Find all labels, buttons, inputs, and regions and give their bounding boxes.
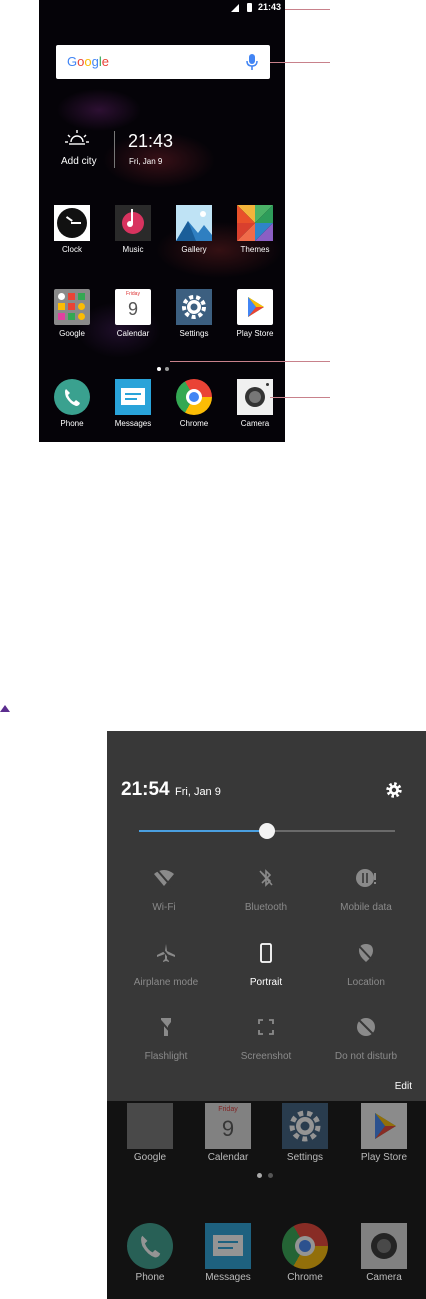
camera-icon	[237, 379, 273, 415]
location-off-icon	[358, 944, 374, 962]
page-dot-active	[257, 1173, 262, 1178]
app-clock[interactable]: Clock	[42, 205, 102, 254]
callout-page-indicator	[170, 361, 330, 362]
clock-widget-date: Fri, Jan 9	[129, 157, 163, 166]
themes-icon	[237, 205, 273, 241]
bluetooth-off-icon	[259, 869, 273, 887]
chrome-icon	[176, 379, 212, 415]
app-themes[interactable]: Themes	[225, 205, 285, 254]
phone-icon	[54, 379, 90, 415]
add-city-button[interactable]: Add city	[61, 156, 97, 167]
tile-wifi[interactable]: Wi-Fi	[114, 867, 214, 913]
tile-location[interactable]: Location	[316, 942, 416, 988]
dock-phone[interactable]: Phone	[42, 379, 102, 428]
bg-page-indicator	[257, 1165, 279, 1183]
bg-app-calendar: Friday 9 Calendar	[189, 1103, 267, 1163]
google-folder-icon	[54, 289, 90, 325]
screenshot-icon	[258, 1019, 274, 1035]
play-store-icon	[237, 289, 273, 325]
calendar-icon: Friday 9	[205, 1103, 251, 1149]
dock-camera[interactable]: Camera	[225, 379, 285, 428]
google-logo: Google	[67, 54, 109, 69]
portrait-icon	[260, 943, 272, 963]
callout-status-bar	[285, 9, 330, 10]
calendar-icon: Friday 9	[115, 289, 151, 325]
app-gallery[interactable]: Gallery	[164, 205, 224, 254]
bg-dock-phone: Phone	[111, 1223, 189, 1283]
bg-app-google: Google	[111, 1103, 189, 1163]
page-dot	[268, 1173, 273, 1178]
callout-search-bar	[270, 62, 330, 63]
section-marker-icon	[0, 705, 10, 712]
tile-flashlight[interactable]: Flashlight	[116, 1016, 216, 1062]
quick-settings-screen: 21:54 Fri, Jan 9 Wi-Fi Bluetooth Mobile …	[107, 731, 426, 1299]
brightness-slider[interactable]	[139, 823, 395, 839]
quick-settings-panel: 21:54 Fri, Jan 9 Wi-Fi Bluetooth Mobile …	[107, 731, 426, 1101]
bg-app-play-store: Play Store	[345, 1103, 423, 1163]
dock-messages[interactable]: Messages	[103, 379, 163, 428]
clock-divider	[114, 131, 115, 168]
page-dot-active[interactable]	[157, 367, 161, 371]
chrome-icon	[282, 1223, 328, 1269]
weather-sun-icon[interactable]	[65, 128, 89, 152]
qs-time: 21:54	[121, 779, 170, 800]
do-not-disturb-icon	[357, 1018, 375, 1036]
dock-chrome[interactable]: Chrome	[164, 379, 224, 428]
tile-screenshot[interactable]: Screenshot	[216, 1016, 316, 1062]
app-google-folder[interactable]: Google	[42, 289, 102, 338]
callout-dock	[270, 397, 330, 398]
settings-icon	[282, 1103, 328, 1149]
edit-button[interactable]: Edit	[395, 1081, 412, 1092]
app-settings[interactable]: Settings	[164, 289, 224, 338]
camera-icon	[361, 1223, 407, 1269]
mobile-data-icon	[356, 869, 376, 887]
tile-do-not-disturb[interactable]: Do not disturb	[316, 1016, 416, 1062]
app-music[interactable]: Music	[103, 205, 163, 254]
messages-icon	[205, 1223, 251, 1269]
google-search-bar[interactable]: Google	[56, 45, 270, 79]
bg-dock-chrome: Chrome	[266, 1223, 344, 1283]
play-store-icon	[361, 1103, 407, 1149]
brightness-slider-fill	[139, 830, 267, 832]
app-play-store[interactable]: Play Store	[225, 289, 285, 338]
bg-dock-messages: Messages	[189, 1223, 267, 1283]
airplane-icon	[157, 944, 175, 963]
settings-icon	[176, 289, 212, 325]
page-dot[interactable]	[165, 367, 169, 371]
bg-dock-camera: Camera	[345, 1223, 423, 1283]
status-time: 21:43	[257, 2, 281, 12]
google-folder-icon	[127, 1103, 173, 1149]
bg-app-settings: Settings	[266, 1103, 344, 1163]
music-icon	[115, 205, 151, 241]
signal-icon	[231, 4, 239, 12]
wifi-off-icon	[154, 870, 174, 887]
clock-icon	[54, 205, 90, 241]
tile-bluetooth[interactable]: Bluetooth	[216, 867, 316, 913]
battery-icon	[247, 3, 252, 12]
flashlight-icon	[158, 1018, 174, 1036]
clock-widget-time[interactable]: 21:43	[128, 131, 173, 152]
tile-mobile-data[interactable]: Mobile data	[316, 867, 416, 913]
tile-airplane-mode[interactable]: Airplane mode	[116, 942, 216, 988]
messages-icon	[115, 379, 151, 415]
home-screen: 21:43 Google Add city 21:43 Fri, Jan 9 C…	[39, 0, 285, 442]
gear-icon[interactable]	[385, 781, 403, 799]
tile-portrait[interactable]: Portrait	[216, 942, 316, 988]
qs-date[interactable]: Fri, Jan 9	[175, 786, 221, 798]
gallery-icon	[176, 205, 212, 241]
mic-icon[interactable]	[245, 53, 259, 71]
phone-icon	[127, 1223, 173, 1269]
brightness-slider-thumb[interactable]	[259, 823, 275, 839]
app-calendar[interactable]: Friday 9 Calendar	[103, 289, 163, 338]
